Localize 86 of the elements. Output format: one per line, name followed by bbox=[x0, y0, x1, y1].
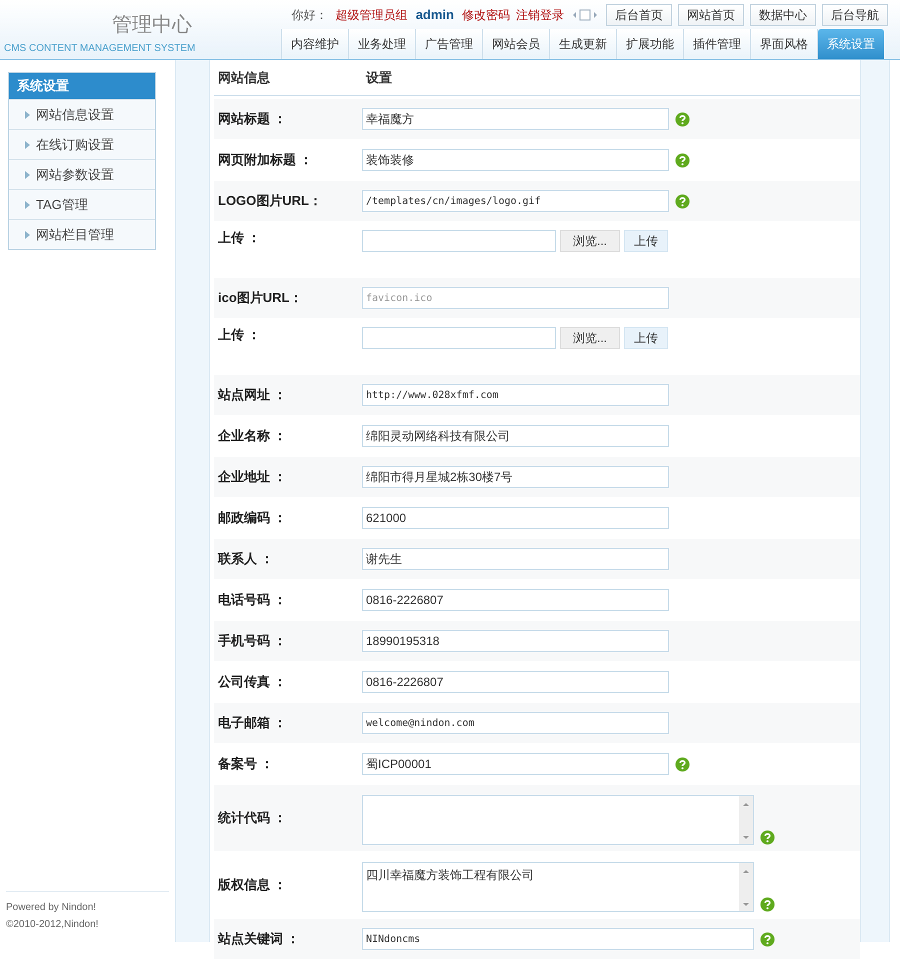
field-label: 公司传真 ： bbox=[216, 673, 288, 692]
menu-tab[interactable]: 广告管理 bbox=[416, 29, 483, 59]
input-field[interactable]: favicon.ico bbox=[362, 287, 669, 309]
field-label: 上传 ： bbox=[217, 229, 262, 247]
help-icon[interactable] bbox=[675, 152, 690, 168]
help-icon[interactable] bbox=[760, 897, 775, 912]
field-label: 网站标题 ： bbox=[217, 110, 288, 128]
menu-tab[interactable]: 内容维护 bbox=[282, 29, 349, 59]
help-icon[interactable] bbox=[760, 830, 775, 845]
field-label: LOGO图片URL： bbox=[217, 192, 323, 210]
field-label: 统计代码 ： bbox=[216, 809, 288, 828]
sidebar-item[interactable]: 网站信息设置 bbox=[9, 99, 155, 129]
sidebar-title: 系统设置 bbox=[9, 73, 155, 99]
help-icon[interactable] bbox=[675, 756, 690, 772]
field-label: 邮政编码 ： bbox=[217, 509, 288, 528]
file-input-field[interactable] bbox=[362, 230, 556, 252]
file-input-field[interactable] bbox=[362, 327, 556, 349]
sidebar-item[interactable]: 网站参数设置 bbox=[9, 159, 155, 189]
column-header: 设置 bbox=[366, 68, 392, 87]
browse-button[interactable]: 浏览... bbox=[560, 230, 620, 252]
menu-tab[interactable]: 插件管理 bbox=[684, 29, 751, 59]
column-header: 网站信息 bbox=[218, 68, 271, 87]
menu-tab[interactable]: 扩展功能 bbox=[617, 29, 684, 59]
browse-button[interactable]: 浏览... bbox=[560, 327, 620, 349]
input-field[interactable]: 绵阳灵动网络科技有限公司 bbox=[362, 425, 669, 447]
brand-title: 管理中心 bbox=[112, 13, 193, 38]
input-field[interactable]: http://www.028xfmf.com bbox=[362, 384, 669, 406]
nav-button[interactable]: 数据中心 bbox=[750, 4, 816, 26]
greeting-text: 你好： bbox=[292, 6, 328, 24]
help-icon[interactable] bbox=[675, 112, 690, 126]
field-label: 企业地址 ： bbox=[216, 468, 288, 486]
triangle-icon bbox=[25, 230, 30, 238]
input-field[interactable]: 18990195318 bbox=[362, 630, 669, 652]
sidebar-item[interactable]: 网站栏目管理 bbox=[9, 219, 155, 249]
scrollbar-icon[interactable] bbox=[739, 863, 753, 911]
triangle-icon bbox=[25, 140, 30, 148]
field-label: 联系人 ： bbox=[216, 550, 275, 568]
brand-subtitle: CMS CONTENT MANAGEMENT SYSTEM bbox=[3, 42, 196, 56]
user-group-text: 超级管理员组 bbox=[336, 6, 408, 24]
menu-tab[interactable]: 网站会员 bbox=[483, 29, 550, 59]
input-field[interactable]: 幸福魔方 bbox=[362, 108, 669, 130]
footer-text: ©2010-2012,Nindon! bbox=[6, 918, 100, 932]
menu-tab[interactable]: 生成更新 bbox=[550, 29, 617, 59]
textarea-field[interactable]: 四川幸福魔方装饰工程有限公司 bbox=[362, 862, 754, 912]
field-label: 电子邮箱 ： bbox=[217, 714, 288, 732]
upload-button[interactable]: 上传 bbox=[624, 230, 668, 252]
field-label: 站点网址 ： bbox=[216, 386, 288, 404]
footer-text: Powered by Nindon! bbox=[6, 901, 98, 915]
field-label: 手机号码 ： bbox=[217, 632, 288, 650]
input-field[interactable]: 621000 bbox=[362, 507, 669, 529]
scroll-arrows-icon[interactable] bbox=[572, 8, 598, 20]
field-label: 站点关键词 ： bbox=[216, 930, 301, 948]
header-link[interactable]: 修改密码 bbox=[462, 6, 510, 24]
username-text: admin bbox=[416, 6, 454, 24]
nav-button[interactable]: 网站首页 bbox=[678, 4, 744, 26]
field-label: 网页附加标题 ： bbox=[217, 151, 314, 170]
help-icon[interactable] bbox=[675, 194, 690, 208]
upload-button[interactable]: 上传 bbox=[624, 327, 668, 349]
sidebar-item[interactable]: 在线订购设置 bbox=[9, 129, 155, 159]
menu-tab[interactable]: 界面风格 bbox=[751, 29, 818, 59]
field-label: ico图片URL： bbox=[217, 289, 304, 308]
triangle-icon bbox=[25, 200, 30, 208]
input-field[interactable]: welcome@nindon.com bbox=[362, 712, 669, 734]
input-field[interactable]: 0816-2226807 bbox=[362, 589, 669, 611]
header-link[interactable]: 注销登录 bbox=[516, 6, 564, 24]
triangle-icon bbox=[25, 170, 30, 178]
input-field[interactable]: 装饰装修 bbox=[362, 149, 669, 171]
help-icon[interactable] bbox=[760, 932, 775, 946]
input-field[interactable]: NINdoncms bbox=[362, 928, 754, 950]
input-field[interactable]: /templates/cn/images/logo.gif bbox=[362, 190, 669, 212]
menu-tab[interactable]: 业务处理 bbox=[349, 29, 416, 59]
field-label: 版权信息 ： bbox=[216, 876, 288, 894]
scrollbar-icon[interactable] bbox=[739, 796, 753, 844]
textarea-field[interactable] bbox=[362, 795, 754, 845]
input-field[interactable]: 0816-2226807 bbox=[362, 671, 669, 693]
triangle-icon bbox=[25, 110, 30, 118]
field-label: 企业名称 ： bbox=[216, 427, 288, 446]
nav-button[interactable]: 后台导航 bbox=[822, 4, 888, 26]
sidebar-item[interactable]: TAG管理 bbox=[9, 189, 155, 219]
input-field[interactable]: 蜀ICP00001 bbox=[362, 753, 669, 775]
nav-button[interactable]: 后台首页 bbox=[606, 4, 672, 26]
field-label: 上传 ： bbox=[217, 326, 262, 344]
field-label: 备案号 ： bbox=[216, 755, 275, 774]
input-field[interactable]: 谢先生 bbox=[362, 548, 669, 570]
input-field[interactable]: 绵阳市得月星城2栋30楼7号 bbox=[362, 466, 669, 488]
field-label: 电话号码 ： bbox=[217, 591, 288, 610]
